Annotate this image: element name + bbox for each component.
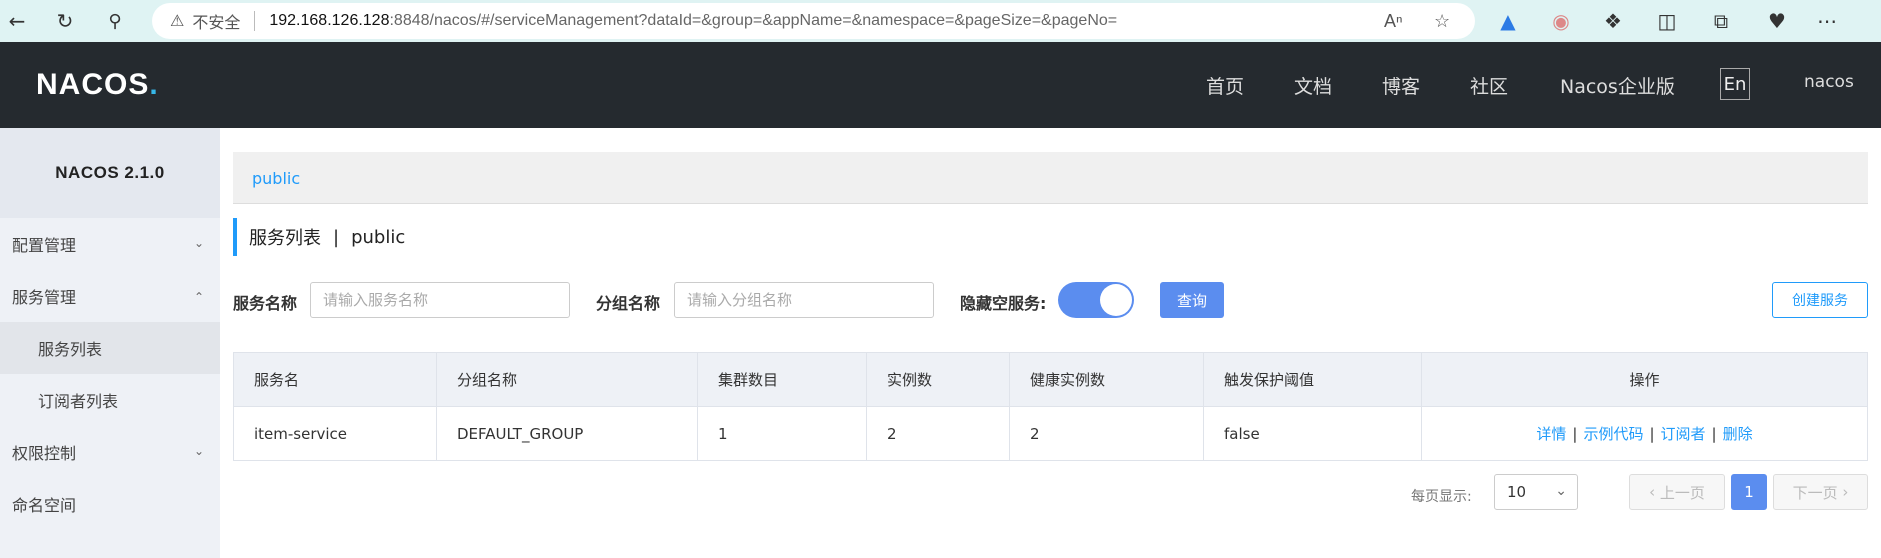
extension-icon[interactable]: ◉ <box>1546 6 1576 36</box>
sidebar-item-service-management[interactable]: 服务管理 ⌃ <box>0 270 220 322</box>
sidebar-item-label: 配置管理 <box>12 236 77 255</box>
page-size-value: 10 <box>1507 483 1527 501</box>
col-operations: 操作 <box>1421 352 1868 407</box>
toggle-knob <box>1100 284 1132 316</box>
op-separator: | <box>1572 425 1578 443</box>
title-separator: | <box>333 226 340 248</box>
sidebar-item-access-control[interactable]: 权限控制 ⌄ <box>0 426 220 478</box>
nav-home[interactable]: 首页 <box>1206 72 1244 99</box>
refresh-icon[interactable]: ↻ <box>50 6 80 36</box>
nacos-logo[interactable]: NACOS. <box>36 68 159 102</box>
chevron-down-icon: ⌄ <box>1555 483 1567 499</box>
namespace-bar: public <box>233 152 1868 204</box>
collections-icon[interactable]: ⧉ <box>1706 6 1736 36</box>
search-icon[interactable]: ⚲ <box>100 6 130 36</box>
page-number-current[interactable]: 1 <box>1731 474 1767 510</box>
page-title-text: 服务列表 <box>249 228 321 249</box>
page-title-namespace: public <box>351 226 406 248</box>
col-healthy-count: 健康实例数 <box>1009 352 1204 407</box>
col-cluster-count: 集群数目 <box>697 352 867 407</box>
details-link[interactable]: 详情 <box>1536 425 1566 443</box>
chevron-right-icon: › <box>1837 483 1849 501</box>
cell-cluster-count: 1 <box>697 406 867 461</box>
op-separator: | <box>1649 425 1655 443</box>
sidebar-item-label: 服务列表 <box>38 340 103 359</box>
warning-icon: ⚠ <box>170 13 185 30</box>
page-size-select[interactable]: 10 ⌄ <box>1494 474 1578 510</box>
col-protect-threshold: 触发保护阈值 <box>1203 352 1422 407</box>
service-name-input[interactable] <box>310 282 570 318</box>
chevron-left-icon: ‹ <box>1649 483 1660 501</box>
top-navigation: NACOS. 首页 文档 博客 社区 Nacos企业版 En nacos <box>0 42 1881 128</box>
url-path: :8848/nacos/#/serviceManagement?dataId=&… <box>389 12 1118 29</box>
next-page-button[interactable]: 下一页 › <box>1773 474 1868 510</box>
subscribers-link[interactable]: 订阅者 <box>1661 425 1706 443</box>
sidebar-item-subscriber-list[interactable]: 订阅者列表 <box>0 374 220 426</box>
page-size-label: 每页显示: <box>1411 489 1472 505</box>
sidebar-item-label: 命名空间 <box>12 496 77 515</box>
url-host: 192.168.126.128 <box>269 12 390 29</box>
service-table: 服务名 分组名称 集群数目 实例数 健康实例数 触发保护阈值 操作 item-s… <box>233 352 1868 461</box>
group-name-label: 分组名称 <box>596 294 661 313</box>
table-header-row: 服务名 分组名称 集群数目 实例数 健康实例数 触发保护阈值 操作 <box>233 352 1868 407</box>
sidebar-item-label: 权限控制 <box>12 444 77 463</box>
sidebar-item-label: 服务管理 <box>12 288 77 307</box>
nav-docs[interactable]: 文档 <box>1294 72 1332 99</box>
sidebar-item-label: 订阅者列表 <box>38 392 119 411</box>
browser-toolbar: ← ↻ ⚲ ⚠ 不安全 192.168.126.128:8848/nacos/#… <box>0 0 1881 42</box>
col-instance-count: 实例数 <box>866 352 1010 407</box>
user-menu[interactable]: nacos <box>1804 72 1854 92</box>
cell-instance-count: 2 <box>866 406 1010 461</box>
extension-bird-icon[interactable]: ▲ <box>1493 6 1523 36</box>
cell-healthy-count: 2 <box>1009 406 1204 461</box>
delete-link[interactable]: 删除 <box>1723 425 1753 443</box>
sidebar-item-namespace[interactable]: 命名空间 <box>0 478 220 530</box>
address-bar[interactable]: ⚠ 不安全 192.168.126.128:8848/nacos/#/servi… <box>152 3 1475 39</box>
nav-enterprise[interactable]: Nacos企业版 <box>1560 72 1675 99</box>
cell-protect-threshold: false <box>1203 406 1422 461</box>
address-divider <box>254 11 256 31</box>
chevron-up-icon: ⌃ <box>193 290 204 304</box>
puzzle-icon[interactable]: ❖ <box>1598 6 1628 36</box>
insecure-label: 不安全 <box>192 15 241 32</box>
hide-empty-label: 隐藏空服务: <box>960 294 1047 313</box>
next-page-label: 下一页 <box>1792 483 1838 502</box>
page-title: 服务列表 | public <box>233 218 405 256</box>
sidebar-item-config-management[interactable]: 配置管理 ⌄ <box>0 218 220 270</box>
prev-page-button[interactable]: ‹ 上一页 <box>1629 474 1725 510</box>
sidebar: NACOS 2.1.0 配置管理 ⌄ 服务管理 ⌃ 服务列表 订阅者列表 权限控… <box>0 128 220 558</box>
namespace-public[interactable]: public <box>252 169 300 188</box>
create-service-button[interactable]: 创建服务 <box>1772 282 1868 318</box>
cell-operations: 详情 | 示例代码 | 订阅者 | 删除 <box>1421 406 1868 461</box>
service-name-label: 服务名称 <box>233 294 298 313</box>
arrow-left-icon[interactable]: ← <box>2 6 32 36</box>
sidebar-version: NACOS 2.1.0 <box>0 128 220 218</box>
nav-blog[interactable]: 博客 <box>1382 72 1420 99</box>
more-icon[interactable]: ⋯ <box>1812 6 1842 36</box>
chevron-down-icon: ⌄ <box>193 444 204 458</box>
logo-text: NACOS <box>36 68 150 101</box>
sidebar-item-service-list[interactable]: 服务列表 <box>0 322 220 374</box>
sample-code-link[interactable]: 示例代码 <box>1583 425 1643 443</box>
cell-group-name: DEFAULT_GROUP <box>436 406 698 461</box>
split-screen-icon[interactable]: ◫ <box>1652 6 1682 36</box>
col-group-name: 分组名称 <box>436 352 698 407</box>
prev-page-label: 上一页 <box>1659 483 1705 502</box>
col-service-name: 服务名 <box>233 352 437 407</box>
nav-community[interactable]: 社区 <box>1470 72 1508 99</box>
star-icon[interactable]: ☆ <box>1434 11 1450 32</box>
read-aloud-icon[interactable]: Aⁿ <box>1384 11 1403 32</box>
cell-service-name: item-service <box>233 406 437 461</box>
table-row: item-service DEFAULT_GROUP 1 2 2 false 详… <box>233 406 1868 461</box>
browser-essentials-icon[interactable]: ♥ <box>1762 6 1792 36</box>
op-separator: | <box>1711 425 1717 443</box>
logo-dot: . <box>149 68 159 101</box>
query-button[interactable]: 查询 <box>1160 282 1224 318</box>
language-toggle[interactable]: En <box>1720 68 1750 100</box>
main-content: public 服务列表 | public 服务名称 分组名称 隐藏空服务: 查询… <box>220 128 1881 558</box>
chevron-down-icon: ⌄ <box>193 236 204 250</box>
group-name-input[interactable] <box>674 282 934 318</box>
hide-empty-toggle[interactable] <box>1058 282 1134 318</box>
